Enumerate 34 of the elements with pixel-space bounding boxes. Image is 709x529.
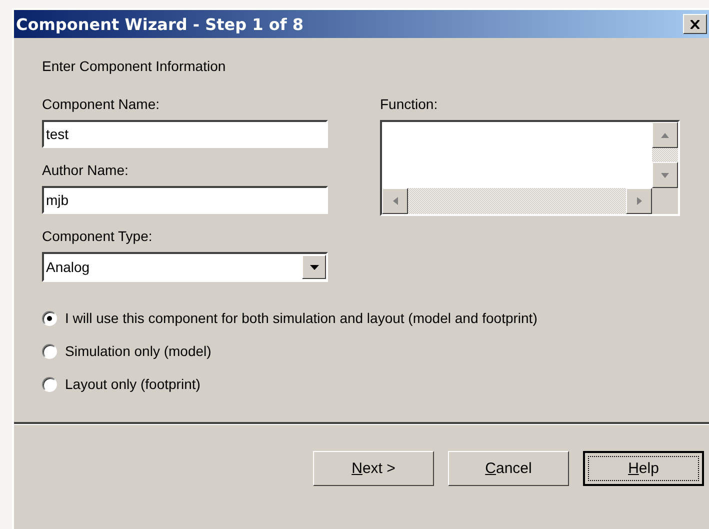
field-label: Component Type: xyxy=(42,228,154,244)
scroll-down-button[interactable] xyxy=(652,162,678,188)
radio-label: Simulation only (model) xyxy=(65,343,212,359)
radio-button[interactable] xyxy=(42,376,57,392)
scroll-right-button[interactable] xyxy=(626,188,652,214)
radio-label: I will use this component for both simulation and layout (model and footprint) xyxy=(65,310,538,326)
field-label: Author Name: xyxy=(42,162,130,178)
dropdown-button[interactable] xyxy=(302,255,326,279)
radio-button[interactable] xyxy=(42,310,57,326)
up-arrow-icon xyxy=(661,132,669,138)
horizontal-scrollbar[interactable] xyxy=(382,188,652,214)
scrollbar-corner xyxy=(652,188,678,214)
close-icon xyxy=(690,20,700,28)
function-field[interactable] xyxy=(380,120,680,216)
radio-button[interactable] xyxy=(42,344,57,358)
field-label: Function: xyxy=(380,96,439,112)
scroll-up-button[interactable] xyxy=(652,122,678,148)
caret-icon xyxy=(310,264,318,270)
vertical-scrollbar[interactable] xyxy=(652,122,678,188)
dialog-button[interactable]: Next > xyxy=(313,451,434,486)
field-label: Component Name: xyxy=(42,96,161,112)
dialog-button[interactable]: Help xyxy=(583,451,704,486)
component-name-field[interactable]: test xyxy=(42,120,328,148)
scroll-left-button[interactable] xyxy=(382,188,408,214)
right-arrow-icon xyxy=(636,197,642,205)
left-arrow-icon xyxy=(392,197,398,205)
dialog-button[interactable]: Cancel xyxy=(448,451,569,486)
author-name-field[interactable]: mjb xyxy=(42,186,328,214)
radio-label: Layout only (footprint) xyxy=(65,376,200,392)
window-title: Component Wizard - Step 1 of 8 xyxy=(16,14,304,34)
down-arrow-icon xyxy=(661,172,669,178)
close-button[interactable] xyxy=(683,14,707,34)
section-heading: Enter Component Information xyxy=(42,58,227,74)
component-type-dropdown[interactable]: Analog xyxy=(42,252,328,282)
